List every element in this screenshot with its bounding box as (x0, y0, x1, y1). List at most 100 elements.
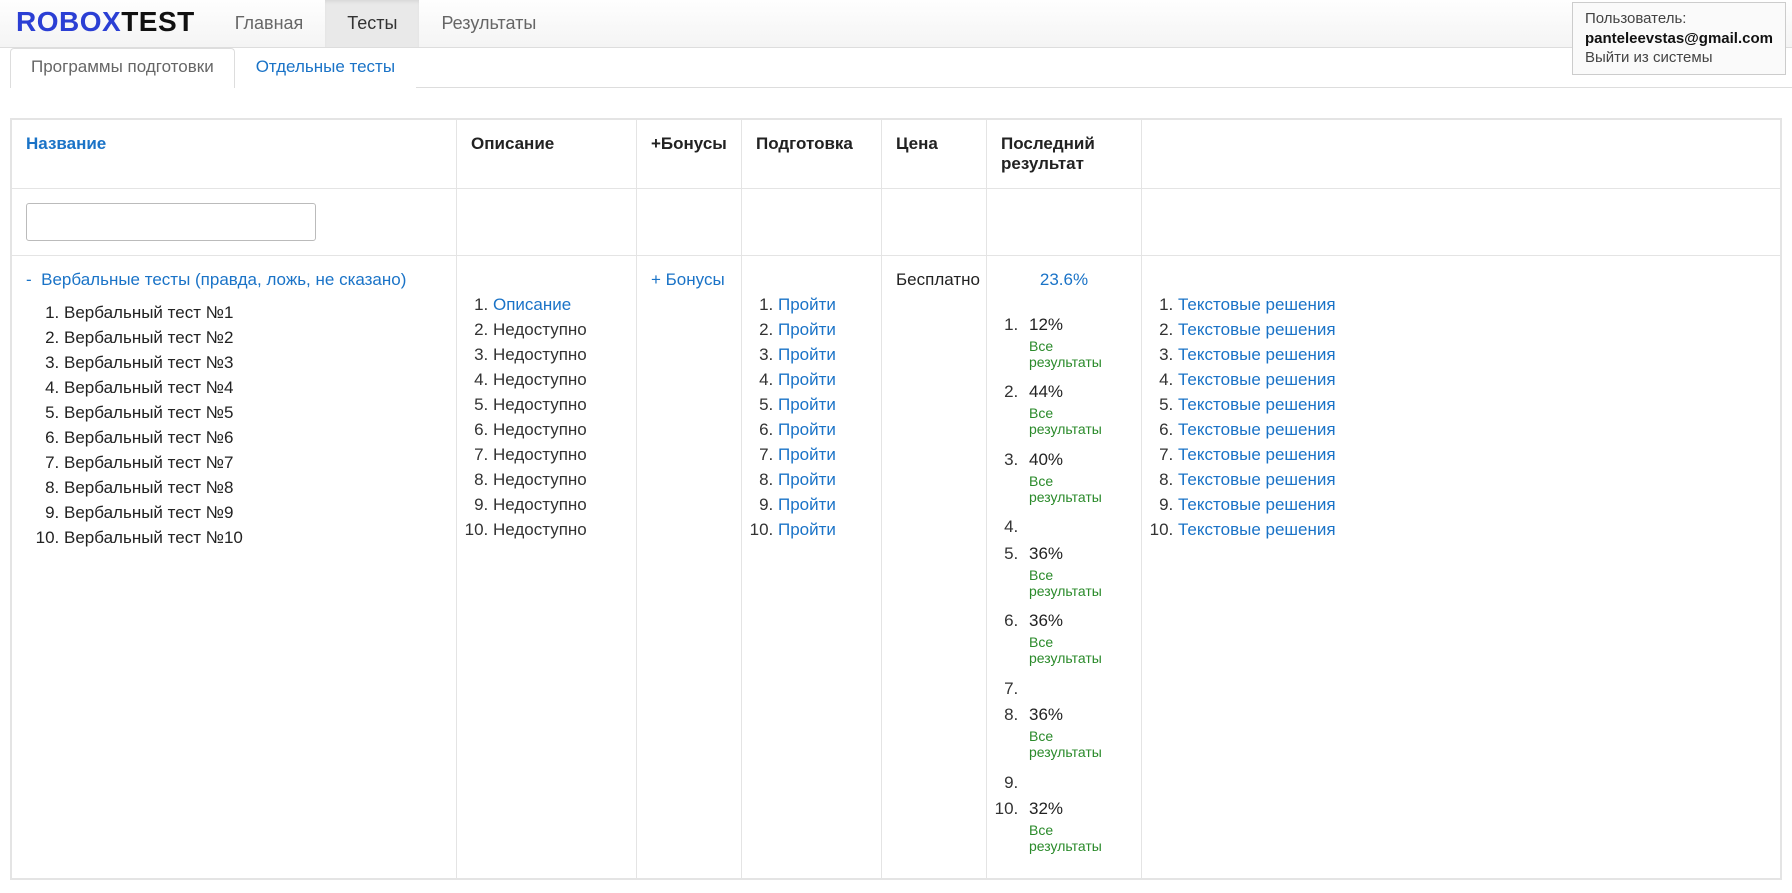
description-unavailable: Недоступно (493, 345, 587, 364)
subtab-divider (416, 87, 1792, 88)
col-last-result: Последний результат (987, 120, 1142, 189)
cell-name: - Вербальные тесты (правда, ложь, не ска… (12, 256, 457, 879)
description-item: Недоступно (493, 367, 622, 392)
cell-bonuses: + Бонусы (637, 256, 742, 879)
test-item: Вербальный тест №7 (64, 450, 442, 475)
col-preparation: Подготовка (742, 120, 882, 189)
nav-home[interactable]: Главная (213, 0, 326, 47)
result-item (1023, 770, 1127, 797)
tests-table: Название Описание +Бонусы Подготовка Цен… (11, 119, 1781, 879)
take-test-link[interactable]: Пройти (778, 445, 836, 464)
solution-item: Текстовые решения (1178, 417, 1766, 442)
all-results-link[interactable]: Все результаты (1029, 567, 1127, 599)
solution-item: Текстовые решения (1178, 342, 1766, 367)
text-solution-link[interactable]: Текстовые решения (1178, 420, 1336, 439)
table-row: - Вербальные тесты (правда, ложь, не ска… (12, 256, 1781, 879)
take-test-link[interactable]: Пройти (778, 320, 836, 339)
result-percent: 40% (1029, 450, 1063, 469)
result-percent: 32% (1029, 799, 1063, 818)
logout-link[interactable]: Выйти из системы (1585, 49, 1713, 66)
preparation-list: Пройти Пройти Пройти Пройти Пройти Пройти Прой… (778, 292, 867, 542)
description-item: Недоступно (493, 392, 622, 417)
user-box: Пользователь: panteleevstas@gmail.com Вы… (1572, 2, 1786, 75)
table-filter-row (12, 189, 1781, 256)
preparation-item: Пройти (778, 367, 867, 392)
text-solution-link[interactable]: Текстовые решения (1178, 395, 1336, 414)
all-results-link[interactable]: Все результаты (1029, 634, 1127, 666)
all-results-link[interactable]: Все результаты (1029, 822, 1127, 854)
text-solution-link[interactable]: Текстовые решения (1178, 295, 1336, 314)
preparation-item: Пройти (778, 517, 867, 542)
preparation-item: Пройти (778, 467, 867, 492)
cell-solutions: Текстовые решения Текстовые решения Тексто… (1142, 256, 1781, 879)
text-solution-link[interactable]: Текстовые решения (1178, 520, 1336, 539)
col-name[interactable]: Название (12, 120, 457, 189)
solution-item: Текстовые решения (1178, 467, 1766, 492)
test-item: Вербальный тест №8 (64, 475, 442, 500)
logo[interactable]: ROBOXTEST (0, 0, 213, 47)
take-test-link[interactable]: Пройти (778, 295, 836, 314)
description-item: Описание (493, 292, 622, 317)
test-item: Вербальный тест №9 (64, 500, 442, 525)
preparation-item: Пройти (778, 417, 867, 442)
result-item: 36%Все результаты (1023, 609, 1127, 677)
all-results-link[interactable]: Все результаты (1029, 473, 1127, 505)
filter-name-input[interactable] (26, 203, 316, 241)
description-unavailable: Недоступно (493, 395, 587, 414)
text-solution-link[interactable]: Текстовые решения (1178, 370, 1336, 389)
bonuses-link[interactable]: + Бонусы (651, 270, 725, 289)
tests-list: Вербальный тест №1Вербальный тест №2Верб… (64, 300, 442, 550)
text-solution-link[interactable]: Текстовые решения (1178, 320, 1336, 339)
test-item: Вербальный тест №5 (64, 400, 442, 425)
description-unavailable: Недоступно (493, 520, 587, 539)
subtab-programs[interactable]: Программы подготовки (10, 48, 235, 88)
table-header-row: Название Описание +Бонусы Подготовка Цен… (12, 120, 1781, 189)
nav-results[interactable]: Результаты (419, 0, 558, 47)
description-link[interactable]: Описание (493, 295, 571, 314)
take-test-link[interactable]: Пройти (778, 370, 836, 389)
description-item: Недоступно (493, 492, 622, 517)
logo-part-2: TEST (121, 6, 195, 37)
user-label: Пользователь: (1585, 10, 1687, 27)
take-test-link[interactable]: Пройти (778, 420, 836, 439)
take-test-link[interactable]: Пройти (778, 495, 836, 514)
all-results-link[interactable]: Все результаты (1029, 338, 1127, 370)
result-item: 44%Все результаты (1023, 380, 1127, 448)
col-solutions (1142, 120, 1781, 189)
result-item: 36%Все результаты (1023, 703, 1127, 771)
preparation-item: Пройти (778, 292, 867, 317)
preparation-item: Пройти (778, 317, 867, 342)
description-unavailable: Недоступно (493, 495, 587, 514)
description-unavailable: Недоступно (493, 320, 587, 339)
solution-item: Текстовые решения (1178, 317, 1766, 342)
preparation-item: Пройти (778, 392, 867, 417)
col-description: Описание (457, 120, 637, 189)
nav-tests[interactable]: Тесты (325, 0, 419, 47)
take-test-link[interactable]: Пройти (778, 520, 836, 539)
text-solution-link[interactable]: Текстовые решения (1178, 345, 1336, 364)
description-item: Недоступно (493, 467, 622, 492)
sub-tabs: Программы подготовки Отдельные тесты (0, 48, 1792, 88)
overall-score-link[interactable]: 23.6% (1001, 270, 1127, 290)
test-item: Вербальный тест №2 (64, 325, 442, 350)
solution-item: Текстовые решения (1178, 517, 1766, 542)
solution-item: Текстовые решения (1178, 367, 1766, 392)
take-test-link[interactable]: Пройти (778, 395, 836, 414)
group-title-link[interactable]: Вербальные тесты (правда, ложь, не сказа… (41, 270, 406, 289)
text-solution-link[interactable]: Текстовые решения (1178, 495, 1336, 514)
take-test-link[interactable]: Пройти (778, 470, 836, 489)
preparation-item: Пройти (778, 492, 867, 517)
take-test-link[interactable]: Пройти (778, 345, 836, 364)
all-results-link[interactable]: Все результаты (1029, 405, 1127, 437)
text-solution-link[interactable]: Текстовые решения (1178, 445, 1336, 464)
description-item: Недоступно (493, 317, 622, 342)
results-list: 12%Все результаты44%Все результаты40%Все… (1023, 312, 1127, 864)
test-item: Вербальный тест №6 (64, 425, 442, 450)
toggle-expand[interactable]: - (26, 270, 32, 289)
text-solution-link[interactable]: Текстовые решения (1178, 470, 1336, 489)
col-bonuses: +Бонусы (637, 120, 742, 189)
description-item: Недоступно (493, 342, 622, 367)
result-item: 40% Все результаты (1023, 447, 1127, 515)
subtab-single-tests[interactable]: Отдельные тесты (235, 48, 416, 88)
all-results-link[interactable]: Все результаты (1029, 728, 1127, 760)
